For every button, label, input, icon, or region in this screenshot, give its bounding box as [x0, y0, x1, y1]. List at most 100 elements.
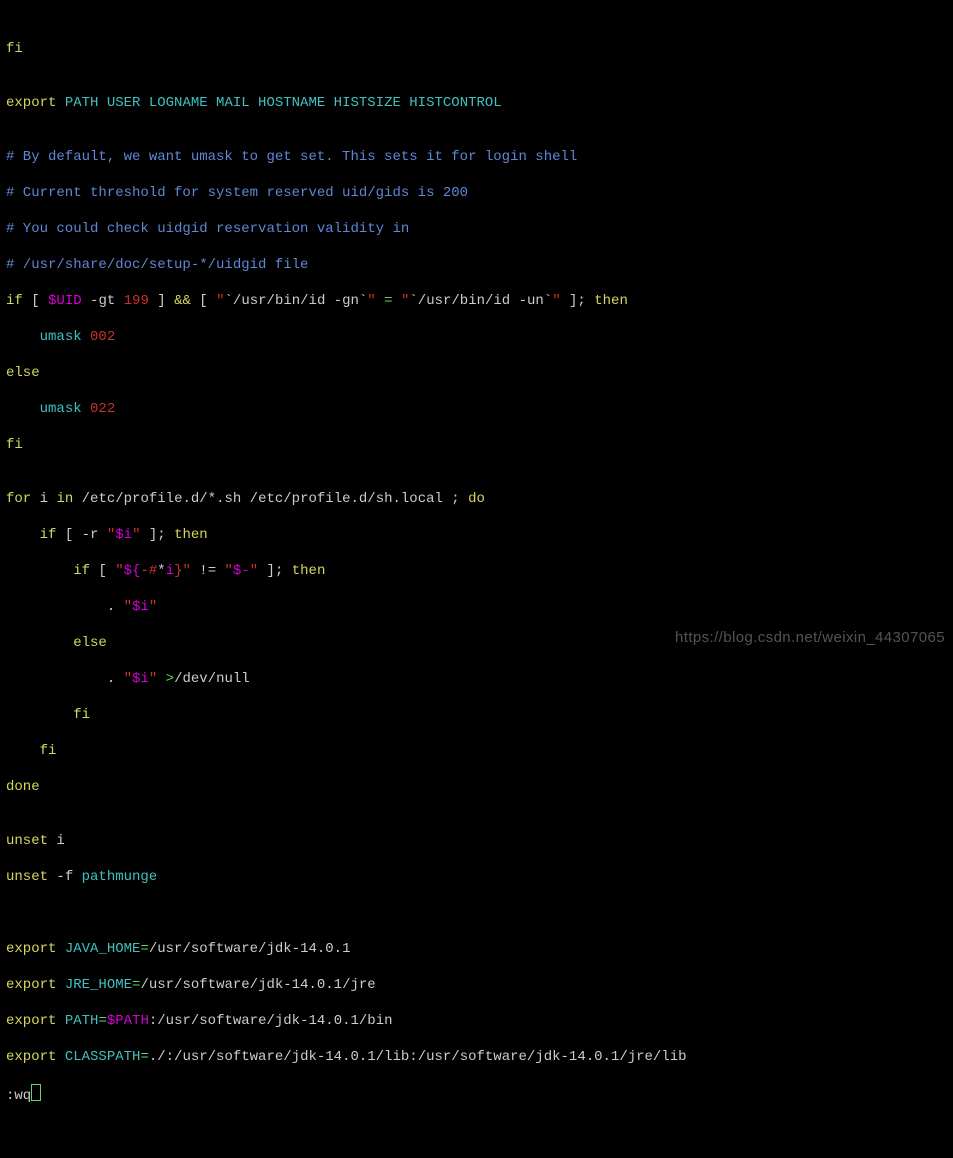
- comment: # Current threshold for system reserved …: [6, 185, 468, 201]
- bracket: ];: [258, 563, 292, 579]
- terminal-window: fi export PATH USER LOGNAME MAIL HOSTNAM…: [0, 0, 953, 651]
- code-line: if [ $UID -gt 199 ] && [ "`/usr/bin/id -…: [6, 292, 947, 310]
- assign: =: [132, 977, 140, 993]
- indent: [6, 527, 40, 543]
- indent-dot: .: [6, 671, 124, 687]
- code-line: done: [6, 778, 947, 796]
- star: *: [157, 563, 165, 579]
- keyword-export: export: [6, 1049, 56, 1065]
- quote: ": [225, 563, 233, 579]
- cursor-icon: [31, 1084, 41, 1101]
- quote: ": [250, 563, 258, 579]
- space: [82, 329, 90, 345]
- number: 199: [124, 293, 149, 309]
- keyword-then: then: [594, 293, 628, 309]
- code-line: if [ "${-#*i}" != "$-" ]; then: [6, 562, 947, 580]
- env-var: JAVA_HOME: [56, 941, 140, 957]
- var-i: $i: [132, 599, 149, 615]
- path-value: ./:/usr/software/jdk-14.0.1/lib:/usr/sof…: [149, 1049, 687, 1065]
- keyword-unset: unset: [6, 833, 48, 849]
- bracket: ];: [140, 527, 174, 543]
- code-line: if [ -r "$i" ]; then: [6, 526, 947, 544]
- quote: ": [552, 293, 560, 309]
- code-line: export PATH=$PATH:/usr/software/jdk-14.0…: [6, 1012, 947, 1030]
- quote: ": [124, 599, 132, 615]
- keyword-for: for: [6, 491, 31, 507]
- keyword-fi: fi: [6, 41, 23, 57]
- code-line: export JAVA_HOME=/usr/software/jdk-14.0.…: [6, 940, 947, 958]
- keyword-if: if: [73, 563, 90, 579]
- var-i: $i: [132, 671, 149, 687]
- indent: [6, 401, 40, 417]
- path-value: :/usr/software/jdk-14.0.1/bin: [149, 1013, 393, 1029]
- keyword-else: else: [73, 635, 107, 651]
- dash-hash: -#: [140, 563, 157, 579]
- comment-line: # You could check uidgid reservation val…: [6, 220, 947, 238]
- keyword-if: if: [40, 527, 57, 543]
- keyword-if: if: [6, 293, 23, 309]
- op-eq: =: [376, 293, 401, 309]
- comment: # /usr/share/doc/setup-*/uidgid file: [6, 257, 308, 273]
- quote: ": [107, 527, 115, 543]
- indent-dot: .: [6, 599, 124, 615]
- close-q: }": [174, 563, 191, 579]
- bracket: ]: [149, 293, 174, 309]
- comment-line: # /usr/share/doc/setup-*/uidgid file: [6, 256, 947, 274]
- param-open: ${: [124, 563, 141, 579]
- watermark-text: https://blog.csdn.net/weixin_44307065: [675, 629, 945, 647]
- keyword-then: then: [174, 527, 208, 543]
- code-line: fi: [6, 742, 947, 760]
- comment-line: # By default, we want umask to get set. …: [6, 148, 947, 166]
- code-line: . "$i": [6, 598, 947, 616]
- code-line: umask 002: [6, 328, 947, 346]
- code-line: fi: [6, 436, 947, 454]
- quote: ": [149, 671, 157, 687]
- path-value: /usr/software/jdk-14.0.1: [149, 941, 351, 957]
- quote: ": [149, 599, 157, 615]
- code-line: unset -f pathmunge: [6, 868, 947, 886]
- redirect: >: [157, 671, 174, 687]
- var-i: $i: [115, 527, 132, 543]
- env-var: CLASSPATH: [56, 1049, 140, 1065]
- cmdsubst: `/usr/bin/id -un`: [409, 293, 552, 309]
- quote: ": [367, 293, 375, 309]
- keyword-then: then: [292, 563, 326, 579]
- assign: =: [98, 1013, 106, 1029]
- var-path: $PATH: [107, 1013, 149, 1029]
- keyword-export: export: [6, 95, 56, 111]
- op-neq: !=: [191, 563, 225, 579]
- keyword-export: export: [6, 1013, 56, 1029]
- keyword-fi: fi: [40, 743, 57, 759]
- vim-command-line[interactable]: :wq: [6, 1084, 947, 1105]
- keyword-in: in: [56, 491, 73, 507]
- code-line: else: [6, 364, 947, 382]
- export-vars: PATH USER LOGNAME MAIL HOSTNAME HISTSIZE…: [56, 95, 501, 111]
- quote: ": [216, 293, 224, 309]
- keyword-unset: unset: [6, 869, 48, 885]
- comment-line: # Current threshold for system reserved …: [6, 184, 947, 202]
- assign: =: [140, 941, 148, 957]
- bracket: [: [191, 293, 216, 309]
- env-var: PATH: [56, 1013, 98, 1029]
- keyword-export: export: [6, 977, 56, 993]
- quote: ": [124, 671, 132, 687]
- keyword-do: do: [468, 491, 485, 507]
- keyword-done: done: [6, 779, 40, 795]
- number: 002: [90, 329, 115, 345]
- var-uid: $UID: [48, 293, 82, 309]
- wq-command: :wq: [6, 1088, 31, 1104]
- space: [82, 401, 90, 417]
- code-line: unset i: [6, 832, 947, 850]
- assign: =: [140, 1049, 148, 1065]
- func-pathmunge: pathmunge: [82, 869, 158, 885]
- devnull: /dev/null: [174, 671, 250, 687]
- op-gt: -gt: [82, 293, 124, 309]
- code-line: for i in /etc/profile.d/*.sh /etc/profil…: [6, 490, 947, 508]
- keyword-else: else: [6, 365, 40, 381]
- quote: ": [115, 563, 123, 579]
- code-line: . "$i" >/dev/null: [6, 670, 947, 688]
- var-i: i: [31, 491, 56, 507]
- glob-path: /etc/profile.d/*.sh /etc/profile.d/sh.lo…: [73, 491, 468, 507]
- bracket: [: [23, 293, 48, 309]
- env-var: JRE_HOME: [56, 977, 132, 993]
